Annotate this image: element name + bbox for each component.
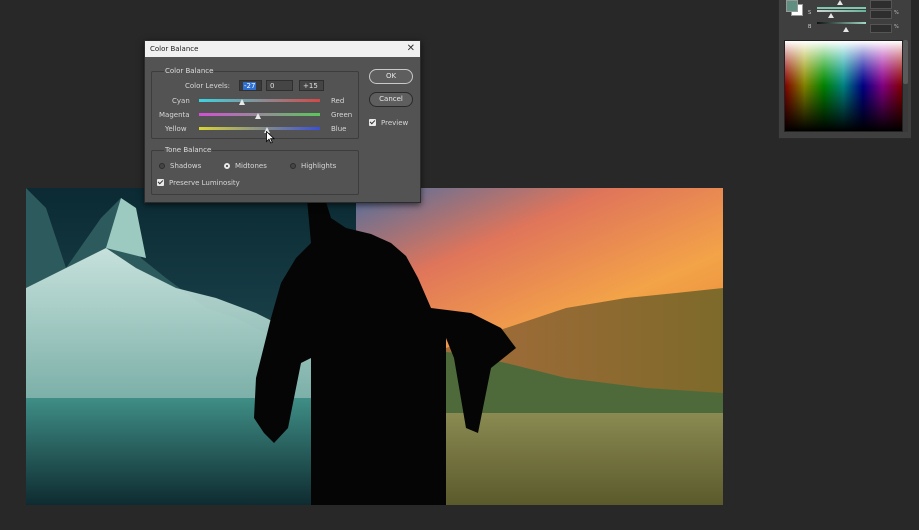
tone-balance-group-title: Tone Balance <box>164 146 213 154</box>
tone-balance-group <box>151 150 359 195</box>
hue-slider-thumb[interactable] <box>837 0 843 5</box>
slider-thumb-magenta-green[interactable] <box>255 113 261 119</box>
color-panel: S % B % <box>778 0 911 139</box>
radio-highlights[interactable] <box>290 163 296 169</box>
color-level-field-magenta-green[interactable]: 0 <box>266 80 293 91</box>
color-balance-group-title: Color Balance <box>164 67 215 75</box>
brightness-slider-track[interactable] <box>817 22 866 24</box>
mouse-pointer-icon <box>266 131 275 144</box>
slider-track-yellow-blue[interactable] <box>199 127 320 130</box>
slider-label-yellow: Yellow <box>165 125 187 133</box>
dialog-title: Color Balance <box>150 45 199 53</box>
preview-label[interactable]: Preview <box>381 119 408 127</box>
close-icon[interactable]: ✕ <box>407 43 415 54</box>
slider-label-blue: Blue <box>331 125 347 133</box>
saturation-slider-thumb[interactable] <box>828 13 834 18</box>
radio-shadows[interactable] <box>159 163 165 169</box>
color-level-field-yellow-blue[interactable]: +15 <box>299 80 324 91</box>
slider-label-red: Red <box>331 97 345 105</box>
color-spectrum[interactable] <box>784 40 903 132</box>
hue-slider-track[interactable] <box>817 7 866 9</box>
slider-label-green: Green <box>331 111 353 119</box>
radio-highlights-label[interactable]: Highlights <box>301 162 336 170</box>
saturation-slider-track[interactable] <box>817 10 866 12</box>
preview-checkbox[interactable] <box>369 119 376 126</box>
panel-scrollbar-thumb[interactable] <box>903 40 908 84</box>
dialog-titlebar[interactable]: Color Balance ✕ <box>145 41 420 57</box>
cancel-button[interactable]: Cancel <box>369 92 413 107</box>
foreground-color-swatch[interactable] <box>786 0 798 12</box>
ok-button[interactable]: OK <box>369 69 413 84</box>
brightness-unit: % <box>894 24 899 30</box>
saturation-value-field[interactable] <box>870 10 892 19</box>
saturation-unit: % <box>894 10 899 16</box>
brightness-value-field[interactable] <box>870 24 892 33</box>
slider-track-cyan-red[interactable] <box>199 99 320 102</box>
color-balance-dialog: Color Balance ✕ Color Balance Color Leve… <box>144 40 421 203</box>
color-level-field-cyan-red[interactable]: -27 <box>239 80 262 91</box>
color-levels-label: Color Levels: <box>185 82 230 90</box>
preserve-luminosity-label[interactable]: Preserve Luminosity <box>169 179 240 187</box>
panel-scrollbar[interactable] <box>903 40 908 132</box>
radio-shadows-label[interactable]: Shadows <box>170 162 201 170</box>
preserve-luminosity-checkbox[interactable] <box>157 179 164 186</box>
radio-midtones-label[interactable]: Midtones <box>235 162 267 170</box>
composite-image <box>26 188 723 505</box>
slider-label-magenta: Magenta <box>159 111 190 119</box>
saturation-label: S <box>808 10 812 16</box>
hue-value-field[interactable] <box>870 0 892 9</box>
brightness-label: B <box>808 24 812 30</box>
slider-thumb-cyan-red[interactable] <box>239 99 245 105</box>
brightness-slider-thumb[interactable] <box>843 27 849 32</box>
slider-label-cyan: Cyan <box>172 97 190 105</box>
radio-midtones[interactable] <box>224 163 230 169</box>
document-canvas[interactable] <box>26 188 723 505</box>
